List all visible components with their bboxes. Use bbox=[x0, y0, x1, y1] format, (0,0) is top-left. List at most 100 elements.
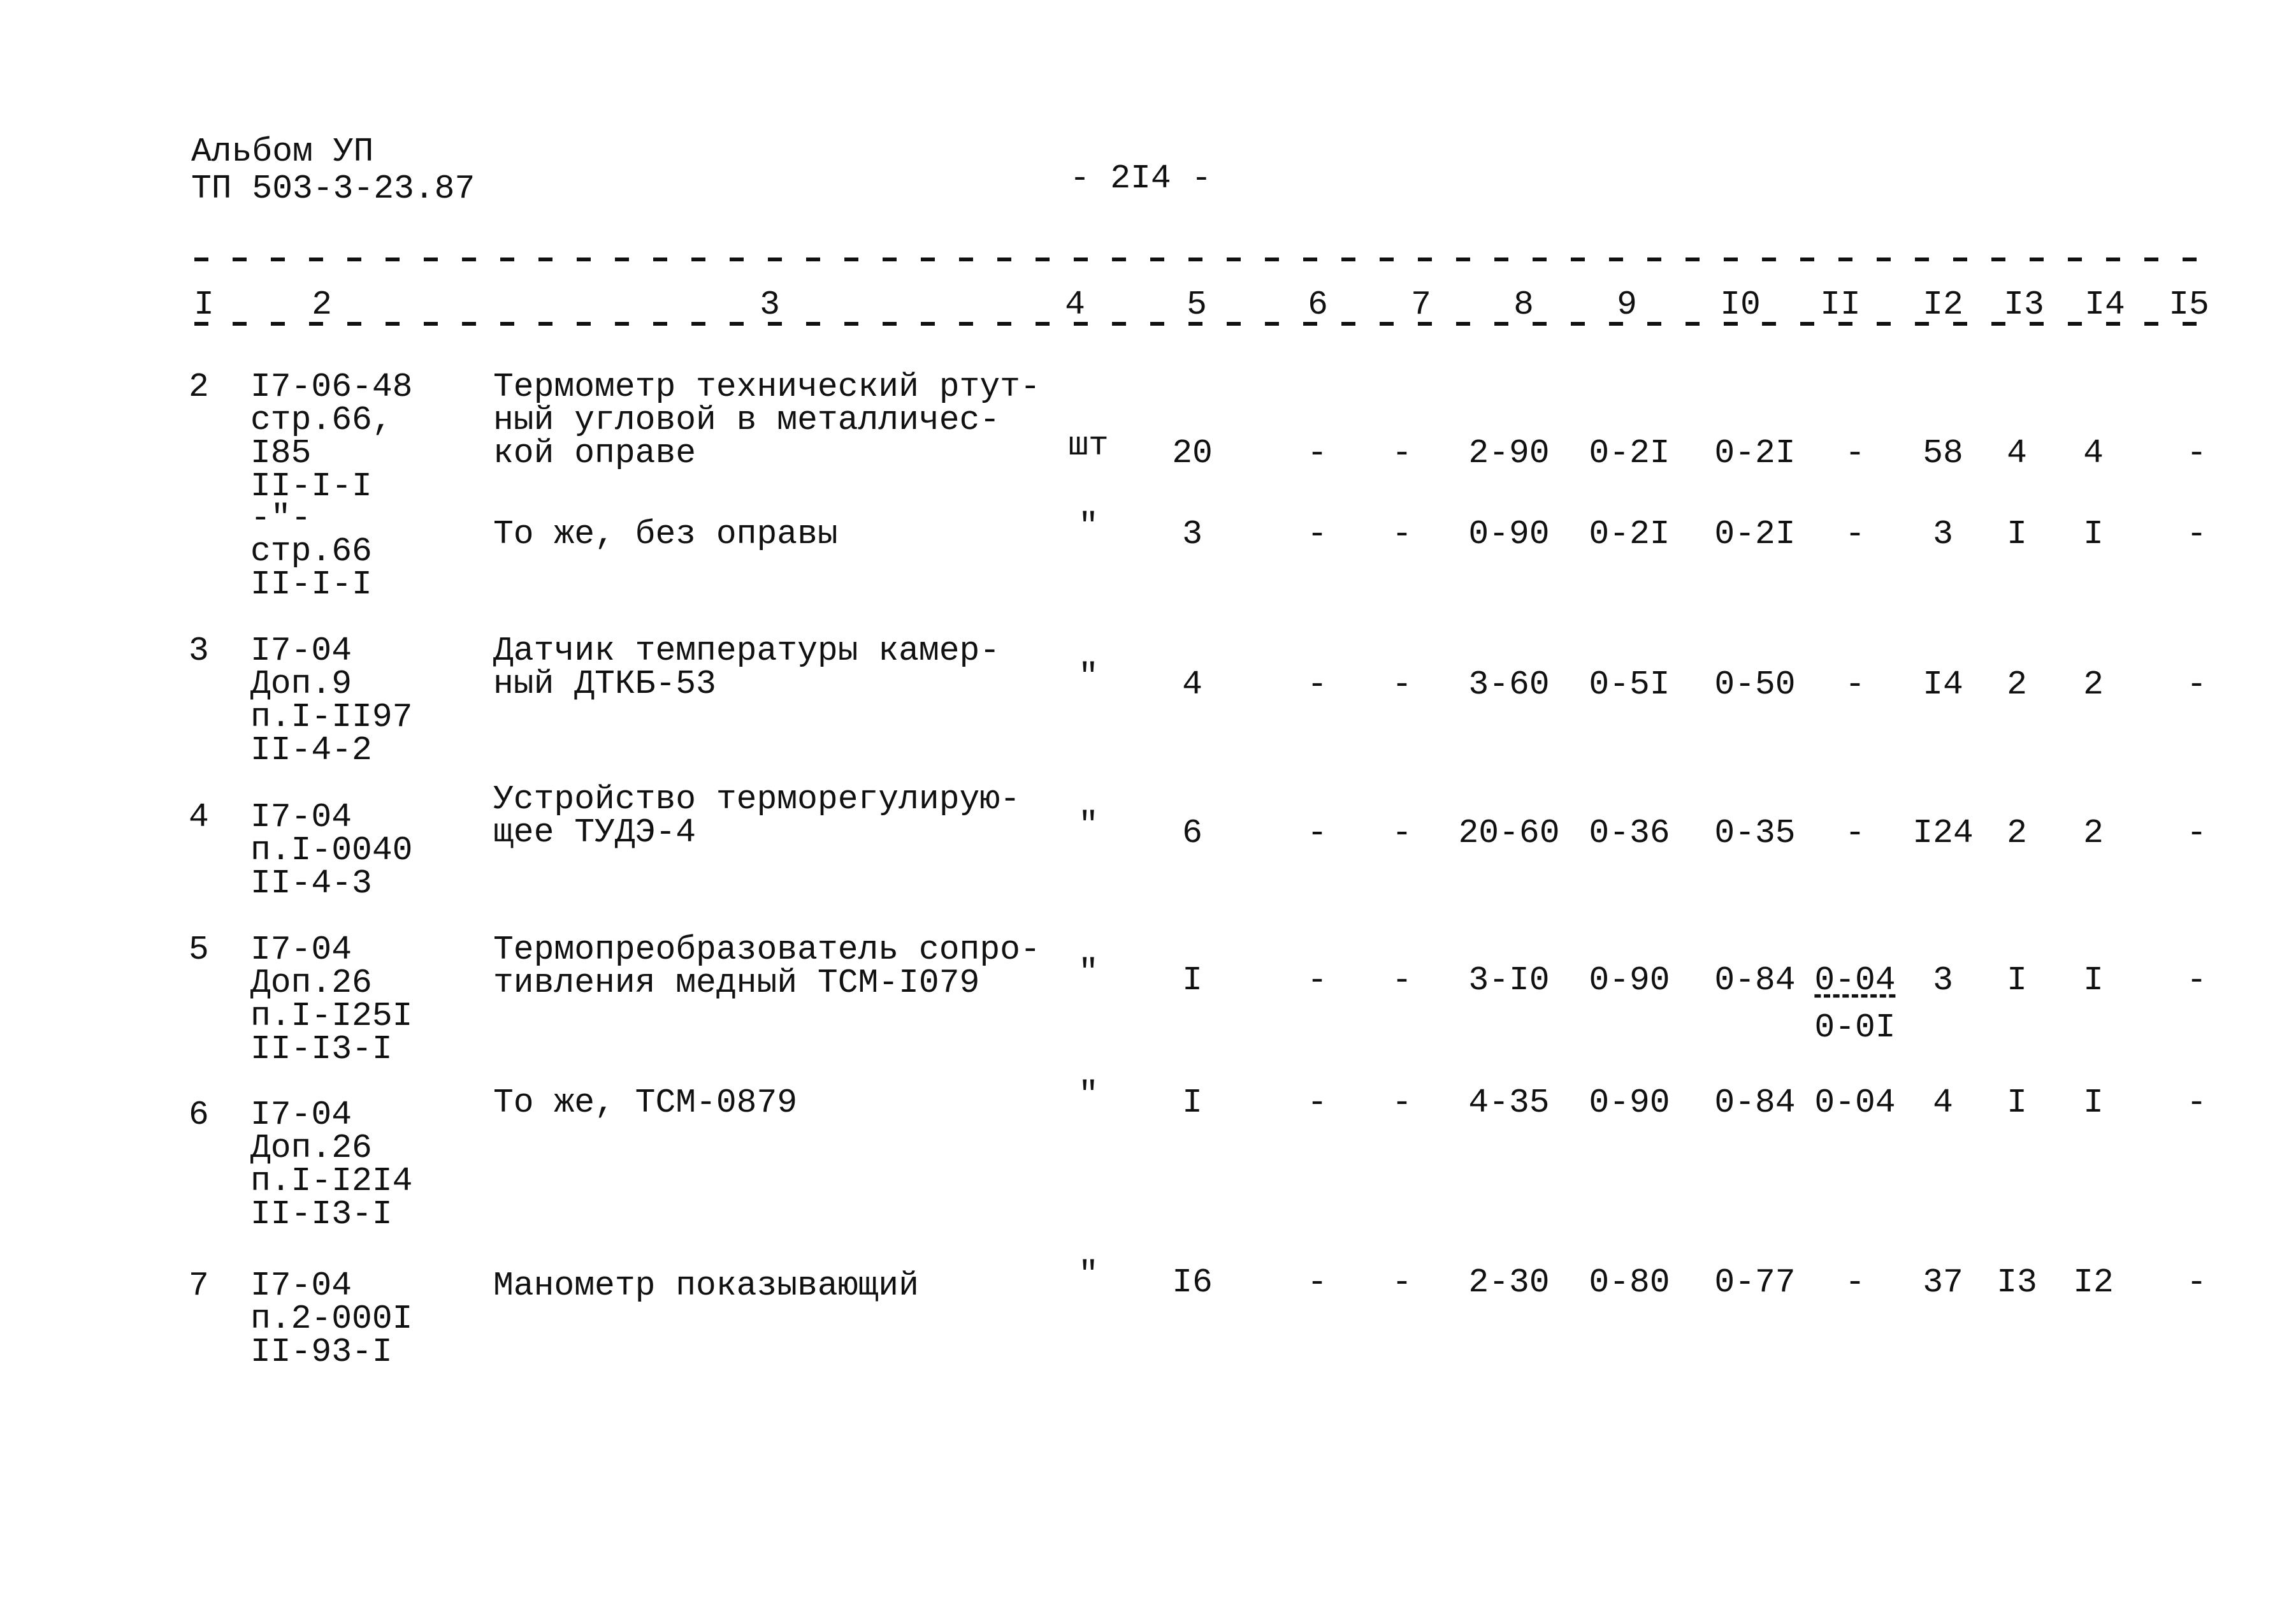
reference-line: II-I-I bbox=[250, 467, 372, 505]
cell-c8: 3-I0 bbox=[1468, 961, 1550, 999]
reference-line: Доп.9 bbox=[250, 665, 352, 703]
cell-c6: - bbox=[1307, 434, 1327, 472]
reference-line: I7-04 bbox=[250, 1267, 352, 1305]
cell-c8: 20-60 bbox=[1458, 814, 1560, 852]
reference-line: п.I-I25I bbox=[250, 997, 413, 1035]
cell-c7: - bbox=[1392, 515, 1412, 553]
reference-cell: I7-04 п.I-0040 II-4-3 bbox=[250, 801, 412, 901]
reference-line: п.I-II97 bbox=[250, 698, 413, 736]
cell-c15: - bbox=[2186, 434, 2207, 472]
row-number: 7 bbox=[189, 1267, 209, 1305]
cell-c10: 0-84 bbox=[1714, 1084, 1796, 1122]
cell-c12: I4 bbox=[1923, 665, 1963, 704]
description-line: Манометр показывающий bbox=[493, 1267, 919, 1305]
cell-c15: - bbox=[2186, 814, 2207, 852]
reference-line: II-I3-I bbox=[250, 1030, 393, 1068]
reference-cell: -"- стр.66 II-I-I bbox=[250, 502, 372, 602]
reference-line: I7-04 bbox=[250, 632, 352, 670]
cell-unit: " bbox=[1078, 1076, 1099, 1114]
reference-line: I7-04 bbox=[250, 931, 352, 969]
cell-c10: 0-2I bbox=[1714, 434, 1796, 472]
cell-c14: 4 bbox=[2083, 434, 2104, 472]
cell-c15: - bbox=[2186, 515, 2207, 553]
reference-line: п.2-000I bbox=[250, 1300, 413, 1338]
row-number: 2 bbox=[189, 368, 209, 406]
cell-c12: 37 bbox=[1923, 1263, 1963, 1302]
cell-c15: - bbox=[2186, 961, 2207, 999]
cell-c7: - bbox=[1392, 814, 1412, 852]
column-number: 8 bbox=[1513, 286, 1534, 324]
row-number: 6 bbox=[189, 1096, 209, 1134]
cell-c11: - bbox=[1845, 1263, 1865, 1302]
cell-c12: 4 bbox=[1933, 1084, 1953, 1122]
cell-c6: - bbox=[1307, 665, 1327, 704]
cell-c14: 2 bbox=[2083, 814, 2104, 852]
reference-cell: I7-06-48 стр.66, I85 II-I-I bbox=[250, 368, 413, 505]
cell-c11-sub: 0-0I bbox=[1814, 1008, 1896, 1047]
cell-c14: I2 bbox=[2073, 1263, 2114, 1302]
cell-unit: " bbox=[1078, 1256, 1099, 1294]
cell-c9: 0-5I bbox=[1589, 665, 1670, 704]
document-code: ТП 503-3-23.87 bbox=[191, 170, 475, 208]
cell-c9: 0-2I bbox=[1589, 434, 1670, 472]
row-number: 3 bbox=[189, 632, 209, 670]
cell-c10: 0-35 bbox=[1714, 814, 1796, 852]
reference-cell: I7-04 п.2-000I II-93-I bbox=[250, 1269, 412, 1369]
cell-c5: I bbox=[1182, 1084, 1202, 1122]
cell-c13: I bbox=[2007, 1084, 2027, 1122]
column-number: II bbox=[1820, 286, 1861, 324]
reference-line: I85 bbox=[250, 434, 312, 472]
cell-c14: I bbox=[2083, 961, 2104, 999]
cell-c6: - bbox=[1307, 1084, 1327, 1122]
column-number: I bbox=[194, 286, 214, 324]
cell-unit: " bbox=[1078, 806, 1099, 845]
description-line: ный ДТКБ-53 bbox=[493, 665, 716, 703]
cell-c13: I3 bbox=[1996, 1263, 2037, 1302]
cell-c14: I bbox=[2083, 1084, 2104, 1122]
cell-unit: " bbox=[1078, 658, 1099, 696]
column-number: 2 bbox=[312, 286, 332, 324]
cell-c12: 3 bbox=[1933, 961, 1953, 999]
column-number: 7 bbox=[1411, 286, 1431, 324]
column-number: 4 bbox=[1065, 286, 1085, 324]
reference-cell: I7-04 Доп.9 п.I-II97 II-4-2 bbox=[250, 634, 412, 767]
cell-c10: 0-50 bbox=[1714, 665, 1796, 704]
description-line: То же, без оправы bbox=[493, 515, 838, 553]
cell-c9: 0-90 bbox=[1589, 1084, 1670, 1122]
header-top-divider bbox=[194, 258, 2211, 261]
header-bottom-divider bbox=[194, 322, 2211, 326]
row-number: 5 bbox=[189, 931, 209, 969]
column-number: 9 bbox=[1617, 286, 1637, 324]
cell-c15: - bbox=[2186, 1263, 2207, 1302]
cell-c9: 0-2I bbox=[1589, 515, 1670, 553]
description-line: Датчик температуры камер- bbox=[493, 632, 1000, 670]
cell-c12: 58 bbox=[1923, 434, 1963, 472]
description-line: Термопреобразователь сопро- bbox=[493, 931, 1041, 969]
column-number: 5 bbox=[1187, 286, 1207, 324]
cell-unit: шт bbox=[1068, 426, 1109, 465]
reference-line: стр.66, bbox=[250, 401, 393, 439]
cell-c7: - bbox=[1392, 961, 1412, 999]
cell-c5: 6 bbox=[1182, 814, 1202, 852]
cell-c8: 3-60 bbox=[1468, 665, 1550, 704]
cell-unit: " bbox=[1078, 954, 1099, 992]
description-line: тивления медный ТСМ-I079 bbox=[493, 964, 980, 1002]
reference-line: I7-06-48 bbox=[250, 368, 413, 406]
cell-c5: I6 bbox=[1172, 1263, 1213, 1302]
cell-c10: 0-2I bbox=[1714, 515, 1796, 553]
cell-c14: 2 bbox=[2083, 665, 2104, 704]
cell-c13: 2 bbox=[2007, 665, 2027, 704]
cell-c11: 0-04 bbox=[1814, 961, 1896, 999]
description-cell: То же, ТСМ-0879 bbox=[493, 1086, 797, 1120]
cell-c15: - bbox=[2186, 665, 2207, 704]
cell-c8: 2-90 bbox=[1468, 434, 1550, 472]
reference-line: II-I3-I bbox=[250, 1195, 393, 1233]
cell-c6: - bbox=[1307, 814, 1327, 852]
cell-c10: 0-77 bbox=[1714, 1263, 1796, 1302]
column-number: I5 bbox=[2169, 286, 2209, 324]
album-label: Альбом УП bbox=[191, 133, 374, 171]
cell-c7: - bbox=[1392, 665, 1412, 704]
cell-c13: 2 bbox=[2007, 814, 2027, 852]
page-number: - 2I4 - bbox=[1069, 159, 1212, 198]
cell-c11: - bbox=[1845, 515, 1865, 553]
